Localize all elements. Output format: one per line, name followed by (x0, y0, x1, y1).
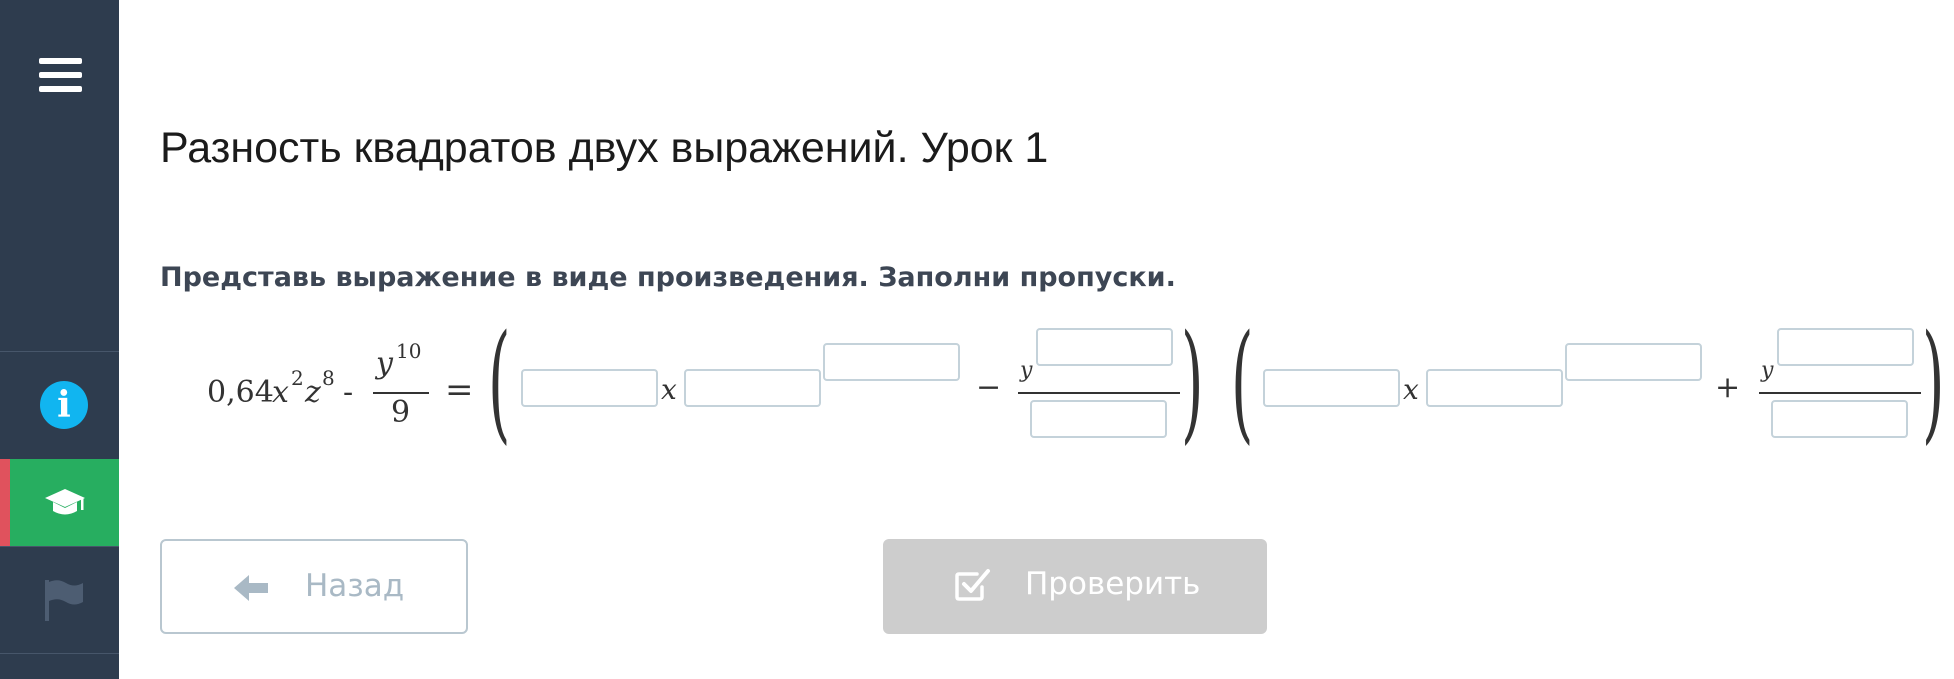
blank-9[interactable] (1777, 328, 1914, 366)
back-button[interactable]: Назад (160, 539, 468, 634)
blank-8[interactable] (1565, 343, 1702, 381)
check-button-label: Проверить (1025, 566, 1201, 602)
var-z: z (305, 375, 321, 410)
sidebar-item-flag[interactable] (0, 546, 119, 653)
var-x: x (1403, 373, 1419, 406)
inner-frac-numerator: y (1020, 358, 1033, 383)
exp-x: 2 (291, 366, 304, 390)
info-icon: i (40, 381, 88, 429)
sidebar-divider (0, 653, 119, 654)
frac-numerator: y (376, 346, 393, 381)
checkbox-check-icon (955, 569, 990, 601)
open-paren: ( (1231, 308, 1254, 457)
check-button[interactable]: Проверить (883, 539, 1267, 634)
hamburger-bar (39, 58, 82, 64)
blank-4[interactable] (1036, 328, 1173, 366)
menu-button[interactable] (0, 30, 119, 120)
blank-7[interactable] (1426, 369, 1563, 407)
blank-2[interactable] (684, 369, 821, 407)
fraction-bar (1759, 392, 1921, 394)
sidebar-item-info[interactable]: i (0, 352, 119, 459)
hamburger-bar (39, 86, 82, 92)
back-button-label: Назад (305, 568, 405, 604)
active-marker (0, 459, 10, 546)
blank-3[interactable] (823, 343, 960, 381)
minus-sign: - (343, 375, 354, 410)
minus-operator: − (976, 370, 1002, 405)
equals-sign: = (445, 370, 474, 410)
fraction-bar (1018, 392, 1180, 394)
sidebar: i (0, 0, 119, 679)
fraction-bar (373, 392, 429, 394)
graduation-cap-icon (45, 489, 85, 515)
close-paren: ) (1922, 308, 1945, 457)
coefficient: 0,64 (207, 375, 274, 410)
var-x: x (661, 373, 677, 406)
inner-frac-numerator: y (1761, 358, 1774, 383)
blank-6[interactable] (1263, 369, 1400, 407)
open-paren: ( (488, 308, 511, 457)
plus-operator: + (1715, 370, 1741, 405)
page-title: Разность квадратов двух выражений. Урок … (160, 124, 1049, 172)
arrow-left-icon (234, 575, 268, 601)
sidebar-item-lesson[interactable] (0, 459, 119, 546)
flag-icon (45, 580, 83, 621)
var-x: x (272, 375, 289, 410)
exp-z: 8 (322, 366, 335, 390)
blank-1[interactable] (521, 369, 658, 407)
blank-10[interactable] (1771, 400, 1908, 438)
frac-denominator: 9 (391, 395, 411, 430)
close-paren: ) (1181, 308, 1204, 457)
blank-5[interactable] (1030, 400, 1167, 438)
task-instruction: Представь выражение в виде произведения.… (160, 262, 1176, 293)
frac-numerator-exp: 10 (396, 339, 422, 363)
hamburger-bar (39, 72, 82, 78)
